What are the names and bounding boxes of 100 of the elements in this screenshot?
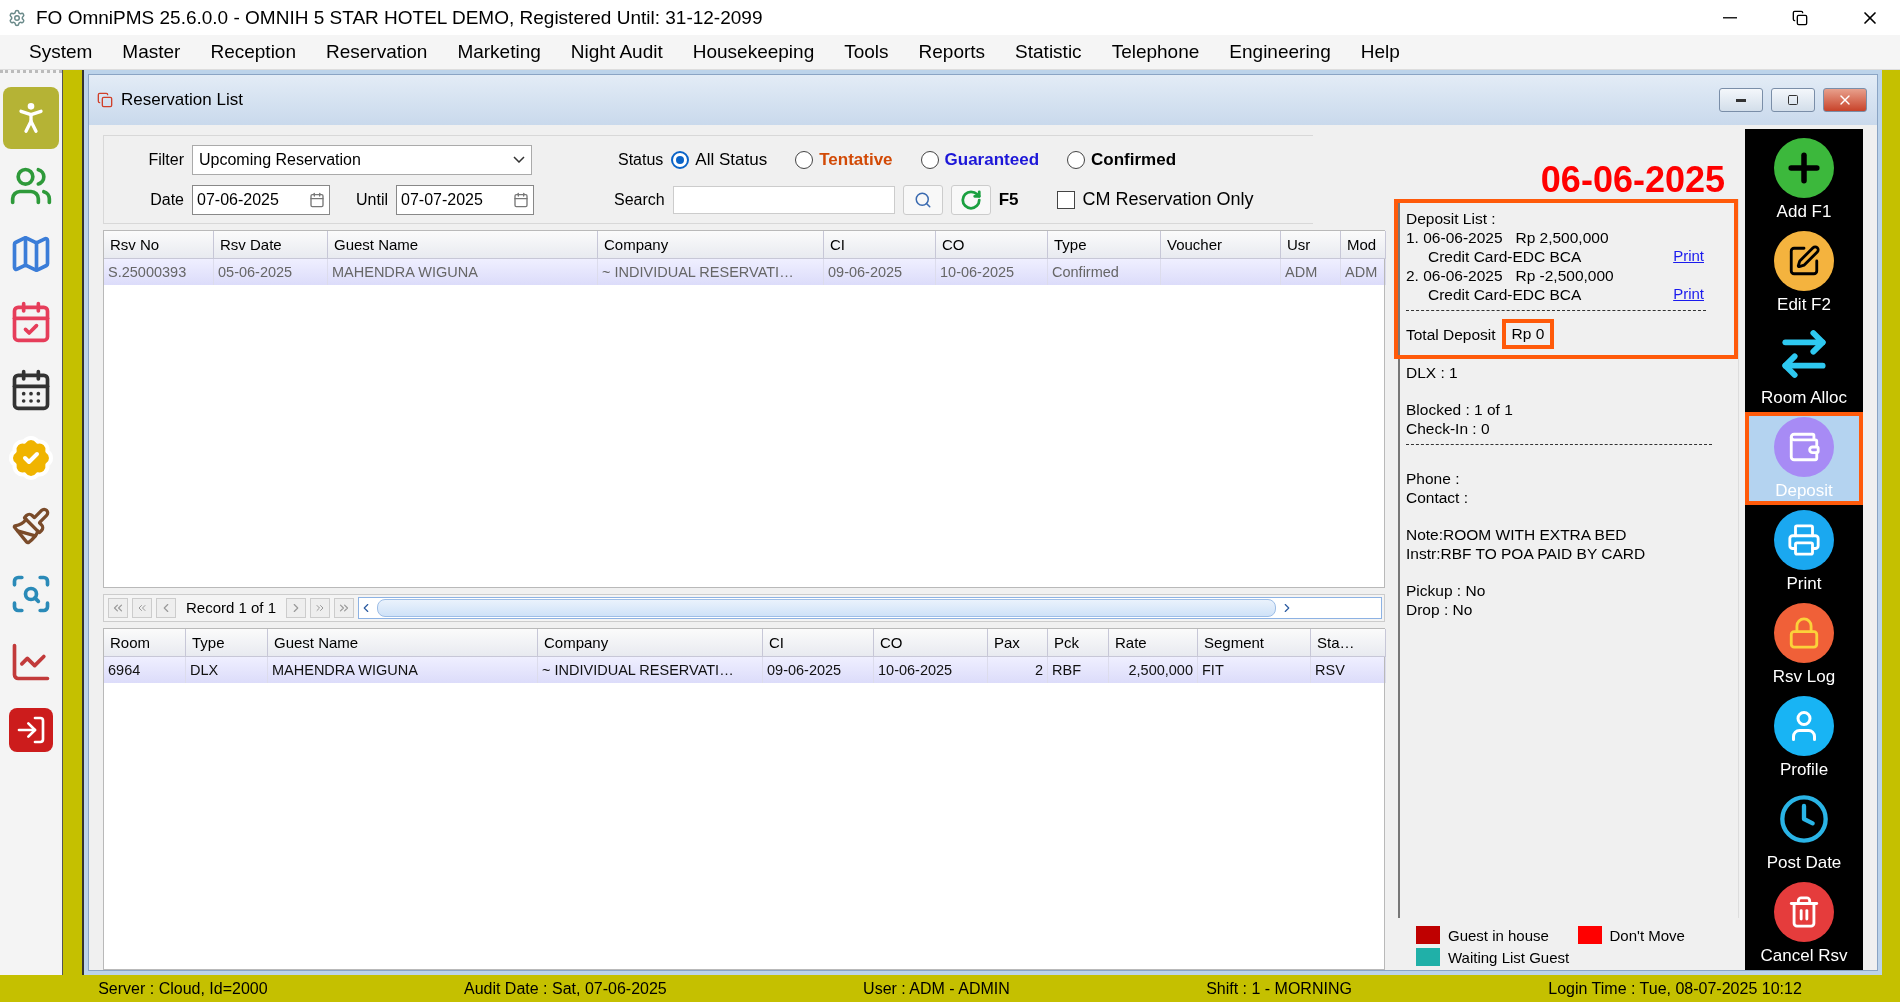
column-header[interactable]: CO [936,231,1048,260]
toolbar-button[interactable]: Add F1 [1745,133,1863,226]
filter-dropdown[interactable]: Upcoming Reservation [192,144,532,175]
search-button[interactable] [902,184,943,215]
first-button[interactable] [108,597,128,618]
next-button[interactable] [286,597,307,618]
column-header[interactable]: Room [104,628,186,657]
toolbar-button[interactable]: Post Date [1745,784,1863,877]
legend-label: Don't Move [1609,926,1685,944]
check-badge-icon [7,434,55,482]
column-header[interactable]: Rate [1109,628,1198,657]
date-field[interactable]: 07-06-2025 [192,184,330,215]
column-header[interactable]: Rsv No [104,231,214,260]
info-line: Contact : [1406,488,1470,507]
column-header[interactable]: CO [874,628,988,657]
table-cell: ADM [1281,259,1341,286]
table-cell: S.25000393 [104,259,214,286]
table-cell: ~ INDIVIDUAL RESERVATI… [598,259,824,286]
status-text: Login Time : Tue, 08-07-2025 10:12 [1548,979,1802,998]
table-cell: FIT [1198,656,1311,683]
menu-item[interactable]: Master [107,41,196,63]
table-cell: 09-06-2025 [763,656,874,683]
table-cell: 2,500,000 [1109,656,1198,683]
menu-item[interactable]: Statistic [1000,41,1097,63]
menu-item[interactable]: System [14,41,108,63]
column-header[interactable]: Segment [1198,628,1311,657]
menu-item[interactable]: Reports [903,41,1001,63]
chevron-icon [513,156,525,164]
window-icon [97,92,113,108]
maximize-button[interactable] [1771,88,1815,112]
total-value: Rp 0 [1501,319,1555,349]
menu-item[interactable]: Reception [195,41,311,63]
column-header[interactable]: CI [824,231,936,260]
column-header[interactable]: Usr [1281,231,1341,260]
table-cell: 10-06-2025 [936,259,1048,286]
menu-item[interactable]: Marketing [442,41,556,63]
deposit-entry: 1. 06-06-2025 Rp 2,500,000 [1406,228,1610,247]
restore-icon [1792,9,1808,26]
refresh-button[interactable] [950,184,991,215]
toolbar-button[interactable]: Profile [1745,691,1863,784]
search-icon [913,190,932,209]
column-header[interactable]: Type [1048,231,1161,260]
column-header[interactable]: Voucher [1161,231,1281,260]
status-radio[interactable]: Guaranteed [920,149,1040,170]
toolbar-button[interactable]: Print [1745,505,1863,598]
search-field[interactable] [672,185,895,214]
previous-button[interactable] [156,597,176,618]
maximize-icon [1787,94,1799,106]
date-label: Date [149,190,184,209]
column-header[interactable]: Pck [1048,628,1109,657]
status-radio[interactable]: Tentative [795,149,893,170]
record-counter: Record 1 of 1 [186,599,277,617]
table-cell: MAHENDRA WIGUNA [328,259,598,286]
toolbar-button[interactable]: Room Alloc [1745,319,1863,412]
column-header[interactable]: Company [538,628,763,657]
brush-icon [11,506,51,546]
deposit-title: Deposit List : [1406,209,1497,228]
table-cell: 10-06-2025 [874,656,988,683]
menu-item[interactable]: Telephone [1096,41,1215,63]
payment-method: Credit Card-EDC BCA [1428,285,1582,304]
checkbox-label: CM Reservation Only [1082,189,1254,211]
info-line: Phone : [1406,469,1461,488]
column-header[interactable]: Guest Name [268,628,538,657]
column-header[interactable]: Pax [988,628,1048,657]
column-header[interactable]: CI [763,628,874,657]
toolbar-button[interactable]: Edit F2 [1745,226,1863,319]
menu-item[interactable]: Reservation [311,41,443,63]
menu-item[interactable]: Tools [829,41,904,63]
column-header[interactable]: Company [598,231,824,260]
column-header[interactable]: Sta… [1311,628,1386,657]
menu-item[interactable]: Housekeeping [677,41,830,63]
status-text: Server : Cloud, Id=2000 [98,979,268,998]
toolbar-button[interactable]: Cancel Rsv [1745,877,1863,970]
scrollbar-thumb[interactable] [377,598,1277,617]
table-cell: 09-06-2025 [824,259,936,286]
column-header[interactable]: Type [186,628,268,657]
menu-item[interactable]: Engineering [1214,41,1346,63]
table-row[interactable]: 6964 DLX MAHENDRA WIGUNA ~ INDIVIDUAL RESERVATI… 09-06-2025 10-06-2025 2 RBF 2,500,000 FIT RSV [104,656,1384,683]
table-row[interactable]: S.25000393 05-06-2025 MAHENDRA WIGUNA ~ INDIVIDUAL RESERVATI… 09-06-2025 10-06-2025 Confirmed ADM ADM [104,259,1384,286]
print-link[interactable]: Print [1673,285,1704,304]
horizontal-scrollbar[interactable] [358,596,1382,619]
total-label: Total Deposit [1406,324,1496,344]
date-field[interactable]: 07-07-2025 [396,184,534,215]
column-header[interactable]: Rsv Date [214,231,328,260]
column-header[interactable]: Guest Name [328,231,598,260]
minimize-icon [1723,16,1737,19]
menu-item[interactable]: Night Audit [555,41,678,63]
status-radio[interactable]: Confirmed [1067,149,1177,170]
menu-item[interactable]: Help [1345,41,1415,63]
calendar-icon [309,191,325,208]
column-header[interactable]: Mod [1341,231,1386,260]
toolbar-button[interactable]: Rsv Log [1745,598,1863,691]
close-button[interactable] [1823,88,1867,112]
print-link[interactable]: Print [1673,247,1704,266]
minimize-icon [1736,98,1746,102]
payment-method: Credit Card-EDC BCA [1428,247,1582,266]
minimize-button[interactable] [1719,88,1763,112]
status-radio[interactable]: All Status [671,149,768,170]
deposit-entry: 2. 06-06-2025 Rp -2,500,000 [1406,266,1615,285]
checkbox[interactable] [1056,190,1075,209]
